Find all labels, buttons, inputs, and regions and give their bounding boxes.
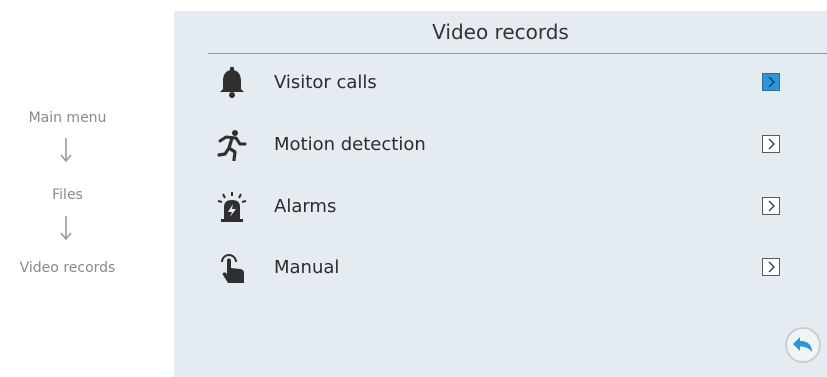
running-person-icon — [217, 130, 247, 161]
menu-item-label: Manual — [274, 257, 340, 278]
navigation-path: Main menu Files Video records — [0, 0, 135, 377]
arrow-down-icon — [60, 216, 72, 241]
back-button[interactable] — [785, 327, 821, 363]
menu-item-manual[interactable]: Manual — [214, 247, 788, 289]
chevron-right-icon[interactable] — [762, 197, 780, 215]
alarm-icon — [217, 192, 247, 222]
video-records-screen: Video records Visitor calls Motion detec… — [174, 11, 827, 377]
chevron-right-icon[interactable] — [762, 73, 780, 91]
title-divider — [208, 53, 827, 54]
back-arrow-icon — [793, 337, 812, 352]
menu-item-label: Alarms — [274, 196, 337, 217]
chevron-right-icon[interactable] — [762, 135, 780, 153]
bell-icon — [220, 67, 244, 98]
hand-pointer-icon — [221, 254, 244, 283]
menu-item-label: Visitor calls — [274, 72, 377, 93]
arrow-down-icon — [60, 138, 72, 163]
menu-item-label: Motion detection — [274, 134, 426, 155]
path-step-files: Files — [52, 187, 83, 203]
page-title: Video records — [432, 20, 569, 44]
menu-item-alarms[interactable]: Alarms — [214, 186, 788, 228]
menu-item-motion-detection[interactable]: Motion detection — [214, 124, 788, 166]
chevron-right-icon[interactable] — [762, 258, 780, 276]
path-step-main-menu: Main menu — [28, 110, 107, 126]
path-step-video-records: Video records — [19, 260, 116, 276]
menu-item-visitor-calls[interactable]: Visitor calls — [214, 62, 788, 104]
